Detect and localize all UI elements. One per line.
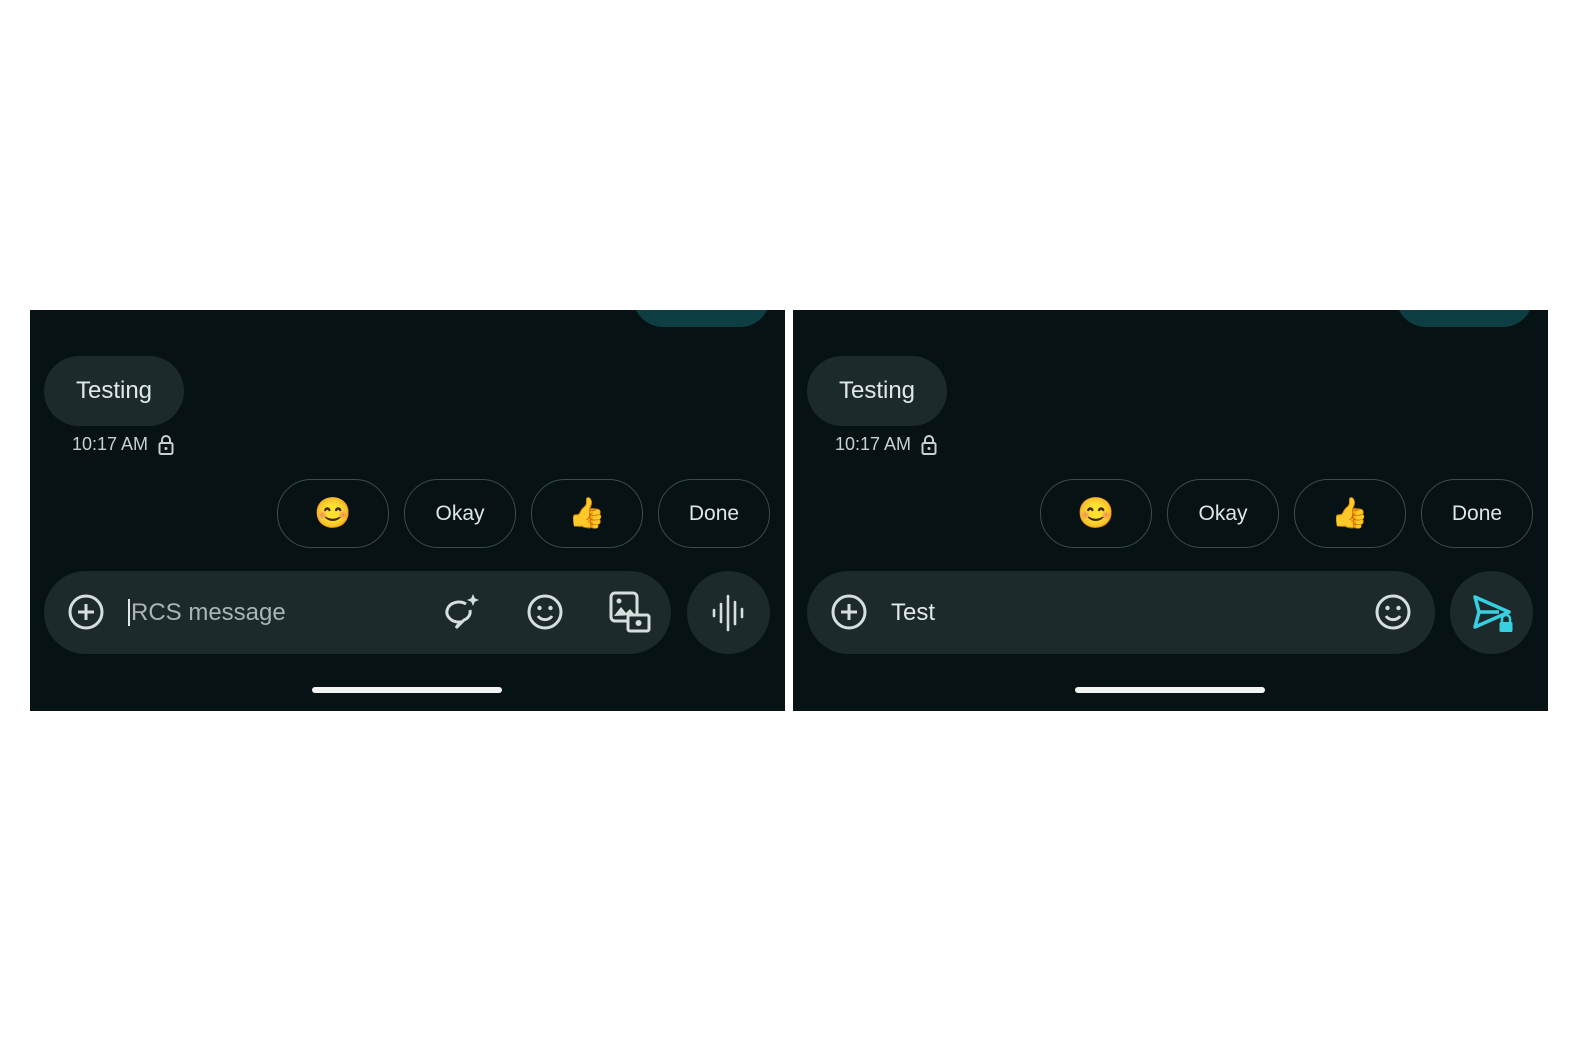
compose-bar: RCS message — [44, 571, 671, 654]
voice-message-button[interactable] — [687, 571, 770, 654]
home-indicator[interactable] — [1075, 687, 1265, 693]
message-timestamp: 10:17 AM — [72, 434, 174, 455]
message-input[interactable]: Test — [891, 571, 935, 654]
received-message-bubble[interactable]: Testing — [44, 356, 184, 426]
received-message-bubble[interactable]: Testing — [807, 356, 947, 426]
suggestion-chip-done[interactable]: Done — [658, 479, 770, 548]
conversation-panel-empty: Testing 10:17 AM 😊 Okay 👍 Done RCS messa… — [30, 310, 785, 711]
suggestion-chip-smile[interactable]: 😊 — [1040, 479, 1152, 548]
suggestion-chip-okay[interactable]: Okay — [404, 479, 516, 548]
suggestion-chip-smile[interactable]: 😊 — [277, 479, 389, 548]
emoji-icon[interactable] — [525, 592, 565, 632]
sent-message-bubble[interactable] — [633, 310, 770, 327]
sent-message-bubble[interactable] — [1396, 310, 1533, 327]
suggestion-chip-thumbs-up[interactable]: 👍 — [1294, 479, 1406, 548]
compose-bar: Test — [807, 571, 1435, 654]
emoji-icon[interactable] — [1373, 592, 1413, 632]
suggestion-chip-thumbs-up[interactable]: 👍 — [531, 479, 643, 548]
voice-waveform-icon — [712, 594, 744, 632]
add-icon[interactable] — [66, 592, 106, 632]
suggestion-chip-okay[interactable]: Okay — [1167, 479, 1279, 548]
home-indicator[interactable] — [312, 687, 502, 693]
message-timestamp: 10:17 AM — [835, 434, 937, 455]
send-button[interactable] — [1450, 571, 1533, 654]
add-icon[interactable] — [829, 592, 869, 632]
conversation-panel-typing: Testing 10:17 AM 😊 Okay 👍 Done Test — [793, 310, 1548, 711]
message-input[interactable]: RCS message — [128, 571, 286, 654]
send-encrypted-icon — [1473, 595, 1513, 632]
magic-compose-icon[interactable] — [440, 592, 480, 632]
gallery-icon[interactable] — [608, 590, 652, 634]
suggestion-chip-done[interactable]: Done — [1421, 479, 1533, 548]
lock-icon — [921, 434, 937, 455]
lock-icon — [158, 434, 174, 455]
